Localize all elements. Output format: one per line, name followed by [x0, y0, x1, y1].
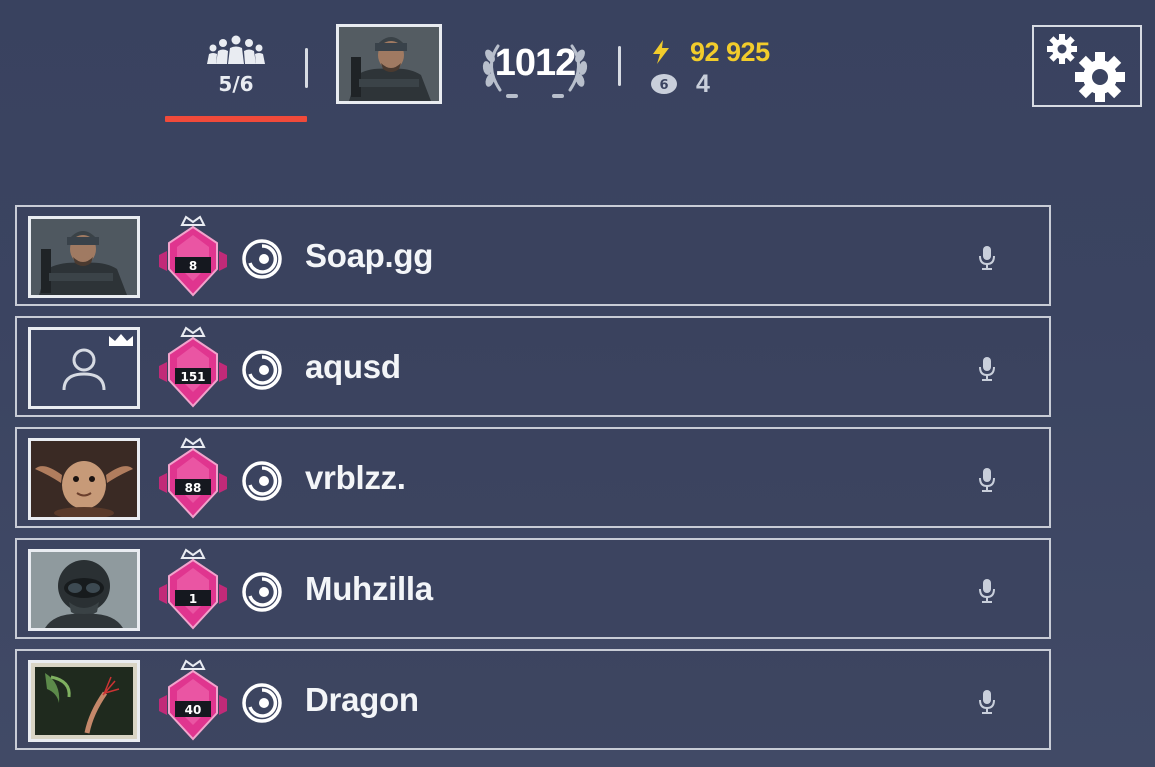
clearance-level: 40: [184, 703, 202, 717]
player-row[interactable]: 88 vrblzz.: [15, 427, 1051, 528]
microphone-icon[interactable]: [975, 577, 999, 605]
level-value: 1012: [494, 42, 577, 84]
active-tab-indicator: [165, 116, 307, 122]
clearance-badge: 88: [155, 437, 231, 521]
player-row[interactable]: 8 Soap.gg: [15, 205, 1051, 306]
operator-portrait-icon: [31, 219, 137, 295]
currency-panel: 92 925 6 4: [650, 36, 770, 100]
divider: [618, 46, 621, 86]
rank-badge-icon: [159, 215, 227, 297]
squad-leader-crown-icon: [109, 334, 133, 346]
credits-amount: 4: [696, 69, 710, 98]
microphone-icon[interactable]: [975, 244, 999, 272]
player-row[interactable]: 40 Dragon: [15, 649, 1051, 750]
gear-icon: [1047, 34, 1125, 102]
player-name: Soap.gg: [305, 237, 434, 274]
svg-text:6: 6: [659, 78, 668, 93]
creature-portrait-icon: [31, 441, 137, 517]
player-row[interactable]: 1 Muhzilla: [15, 538, 1051, 639]
plant-portrait-icon: [31, 663, 137, 739]
player-name: Dragon: [305, 681, 419, 718]
squad-count: 5/6: [218, 72, 254, 96]
clearance-level: 151: [180, 370, 206, 384]
rank-badge-icon: [159, 548, 227, 630]
operator-portrait-icon: [339, 27, 439, 101]
clearance-level: 8: [188, 259, 198, 273]
renown-icon: [653, 40, 669, 64]
player-portrait[interactable]: [28, 216, 140, 298]
clearance-level: 88: [184, 481, 202, 495]
pilot-portrait-icon: [31, 552, 137, 628]
microphone-icon[interactable]: [975, 688, 999, 716]
divider: [305, 48, 308, 88]
settings-button[interactable]: [1032, 25, 1142, 107]
squad-icon: [207, 35, 265, 64]
clearance-level: 1: [188, 592, 198, 606]
renown-amount: 92 925: [690, 36, 770, 67]
rank-badge-icon: [159, 659, 227, 741]
ubisoft-icon: [242, 239, 282, 279]
top-bar: 5/6 1012 92 925 6 4: [0, 0, 1155, 140]
player-row[interactable]: 151 aqusd: [15, 316, 1051, 417]
ubisoft-icon: [242, 572, 282, 612]
rank-badge-icon: [159, 326, 227, 408]
ubisoft-icon: [242, 683, 282, 723]
player-avatar[interactable]: [336, 24, 442, 104]
clearance-badge: 1: [155, 548, 231, 632]
player-portrait[interactable]: [28, 438, 140, 520]
player-portrait[interactable]: [28, 549, 140, 631]
clearance-badge: 8: [155, 215, 231, 299]
player-portrait[interactable]: [28, 660, 140, 742]
r6-credits-icon: 6: [651, 74, 677, 94]
player-level: 1012: [476, 32, 594, 104]
ubisoft-icon: [242, 461, 282, 501]
rank-badge-icon: [159, 437, 227, 519]
clearance-badge: 40: [155, 659, 231, 743]
player-portrait[interactable]: [28, 327, 140, 409]
microphone-icon[interactable]: [975, 355, 999, 383]
ubisoft-icon: [242, 350, 282, 390]
player-name: Muhzilla: [305, 570, 433, 607]
player-name: vrblzz.: [305, 459, 406, 496]
player-name: aqusd: [305, 348, 401, 385]
squad-tab[interactable]: 5/6: [165, 34, 307, 126]
clearance-badge: 151: [155, 326, 231, 410]
microphone-icon[interactable]: [975, 466, 999, 494]
